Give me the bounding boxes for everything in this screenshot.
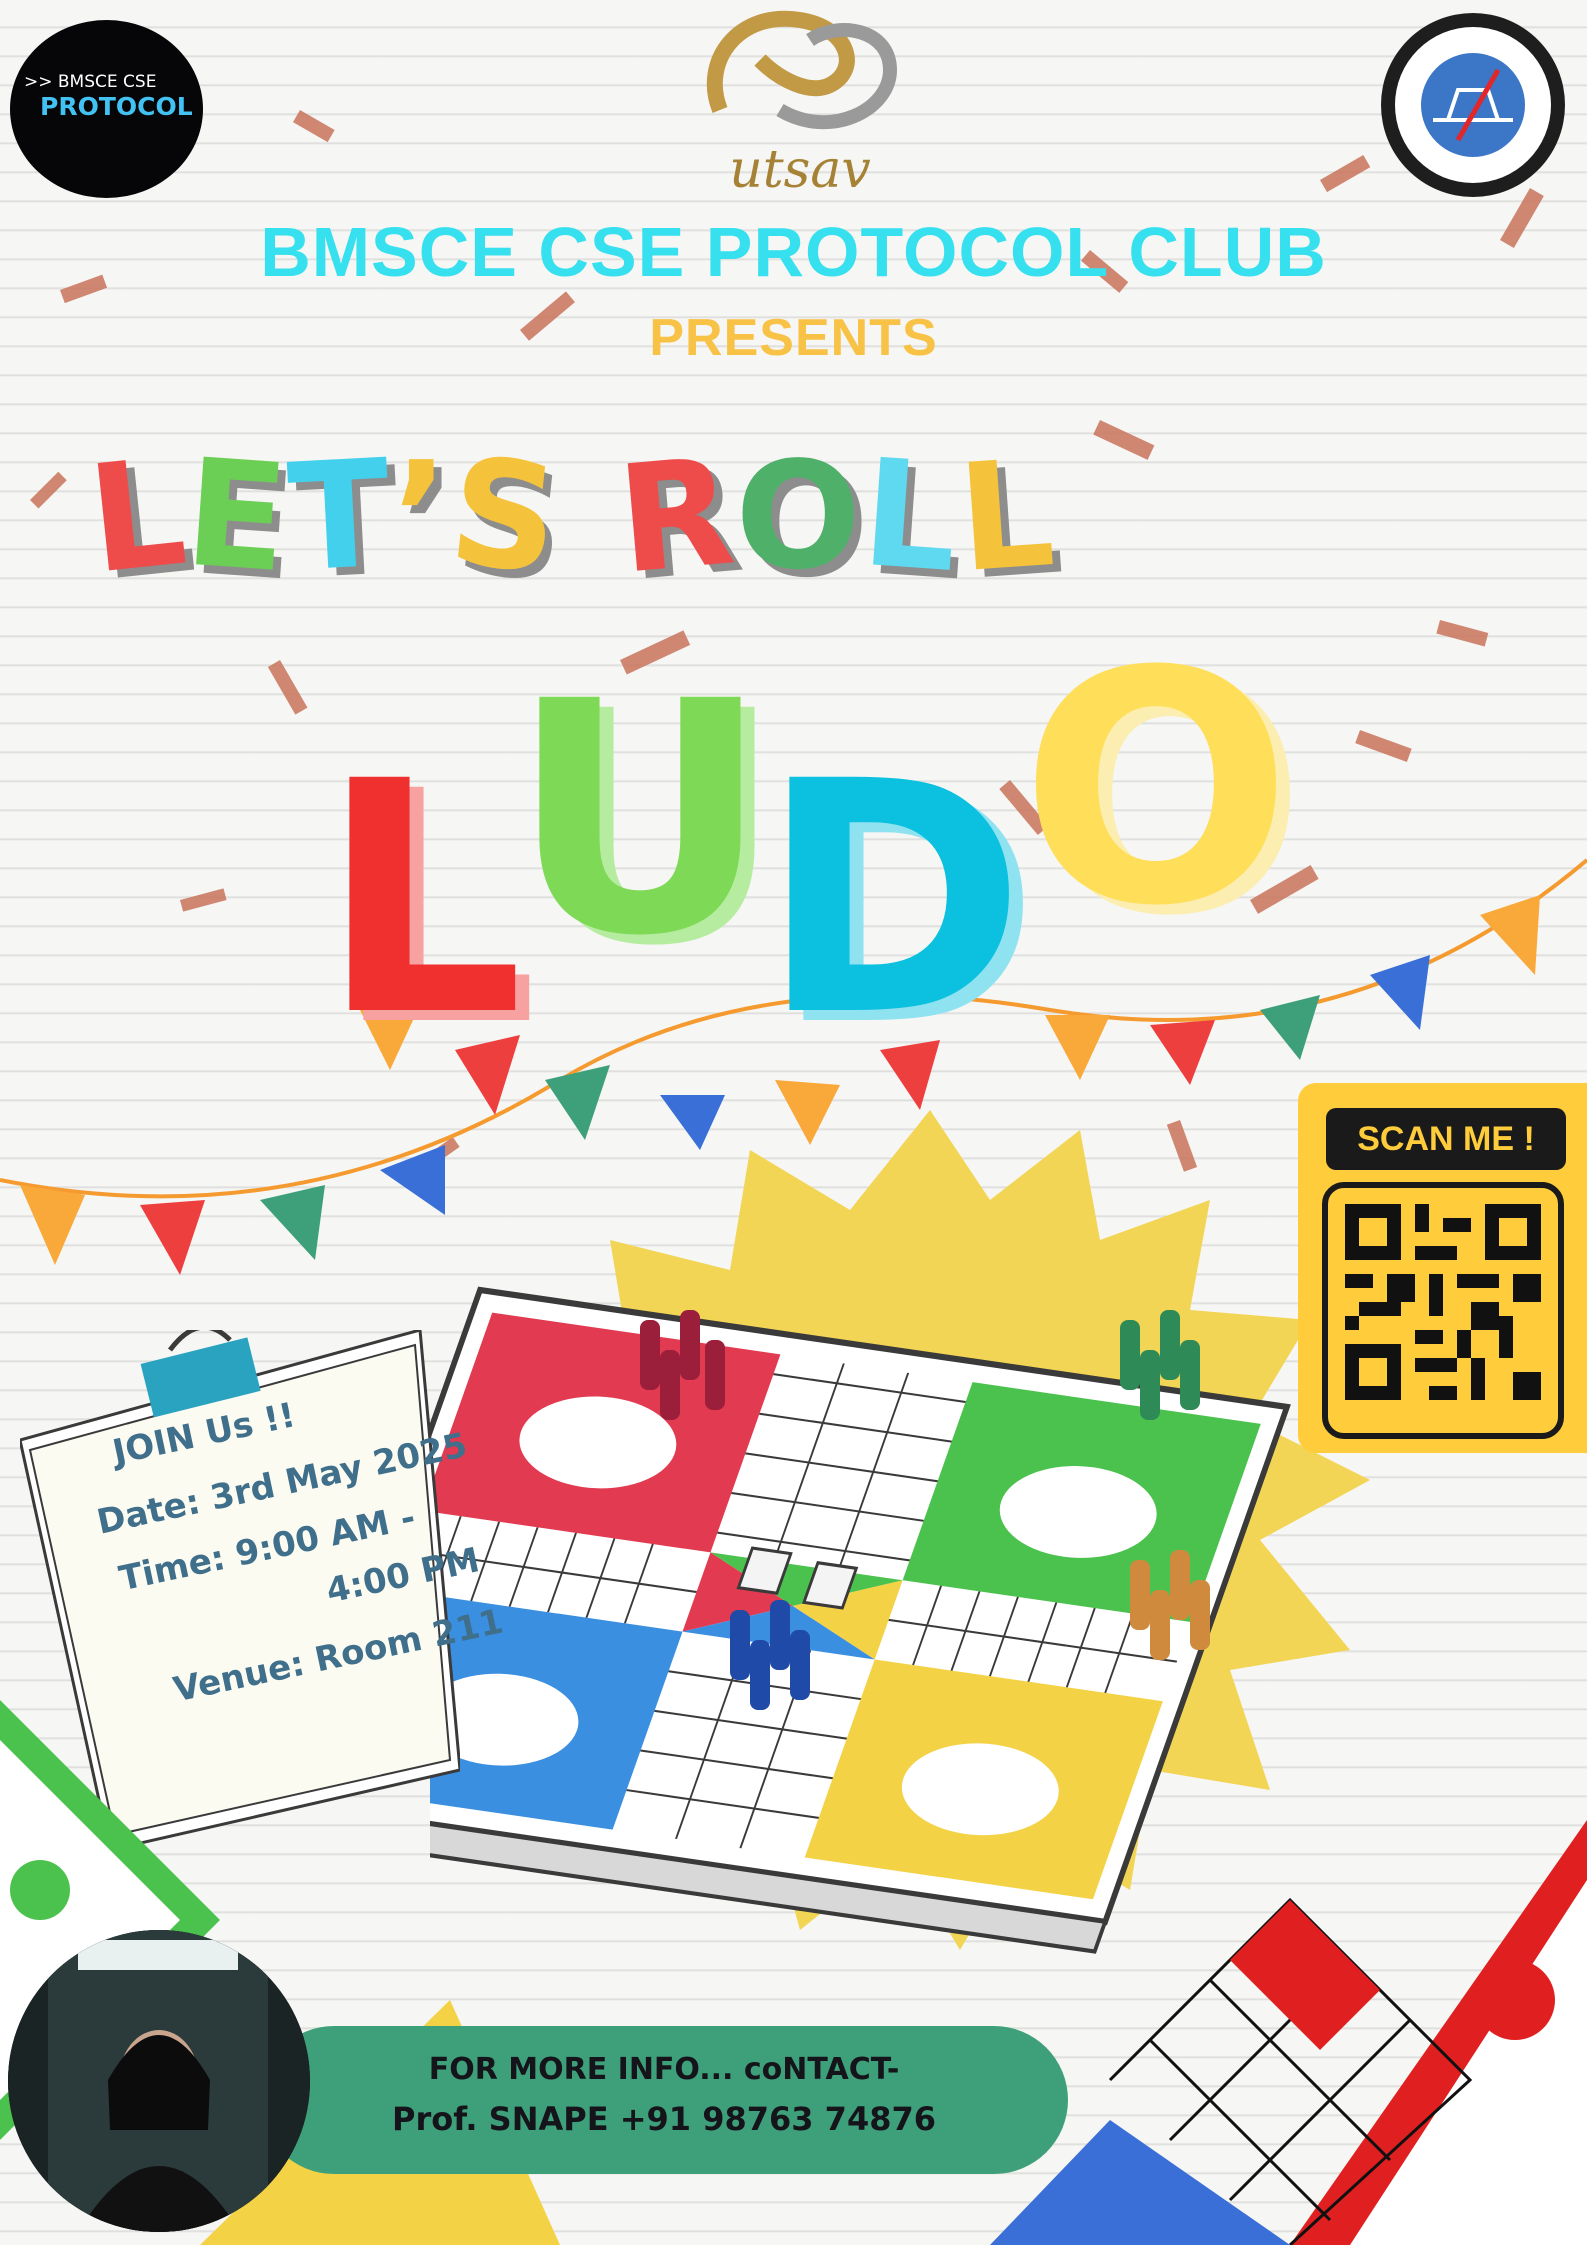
event-name-ludo: L U D O (320, 630, 1292, 1086)
club-title: BMSCE CSE PROTOCOL CLUB (260, 213, 1327, 291)
tagline-letter: O (735, 430, 864, 602)
tagline-letter: T (284, 427, 397, 605)
tagline-letter: S (441, 424, 568, 608)
corner-ludo-right (990, 1700, 1587, 2245)
tagline-letter: ’ (392, 430, 451, 602)
tagline-letter: L (81, 425, 196, 607)
ludo-letter-o: O (1020, 604, 1293, 976)
ludo-letter-l: L (320, 714, 524, 1086)
avatar (8, 1930, 310, 2232)
contact-phone[interactable]: Prof. SNAPE +91 98763 74876 (260, 2100, 1068, 2138)
presents-subtitle: PRESENTS (649, 309, 938, 367)
tagline-letter: L (953, 426, 1062, 606)
avatar-portrait-icon (8, 1930, 310, 2232)
tagline-letter: E (180, 426, 296, 606)
utsav-logo-text: utsav (729, 140, 871, 200)
tagline-letter: R (611, 425, 743, 607)
qr-code-icon[interactable] (1345, 1202, 1541, 1402)
scan-me-label: SCAN ME ! (1326, 1108, 1566, 1170)
club-logo: >> BMSCE CSE PROTOCOL (10, 20, 203, 198)
ludo-letter-d: D (760, 714, 1026, 1086)
tagline-lets-roll: LET’S ROLL (81, 425, 1061, 607)
ludo-letter-u: U (510, 634, 770, 1006)
college-seal-icon (1381, 13, 1565, 197)
club-logo-line1: >> BMSCE CSE (24, 72, 157, 92)
contact-info-label: FOR MORE INFO... coNTACT- (428, 2052, 900, 2087)
club-logo-line2: PROTOCOL (40, 92, 193, 121)
tagline-letter: L (857, 426, 966, 606)
event-venue: Venue: Room 211 (170, 1601, 507, 1711)
